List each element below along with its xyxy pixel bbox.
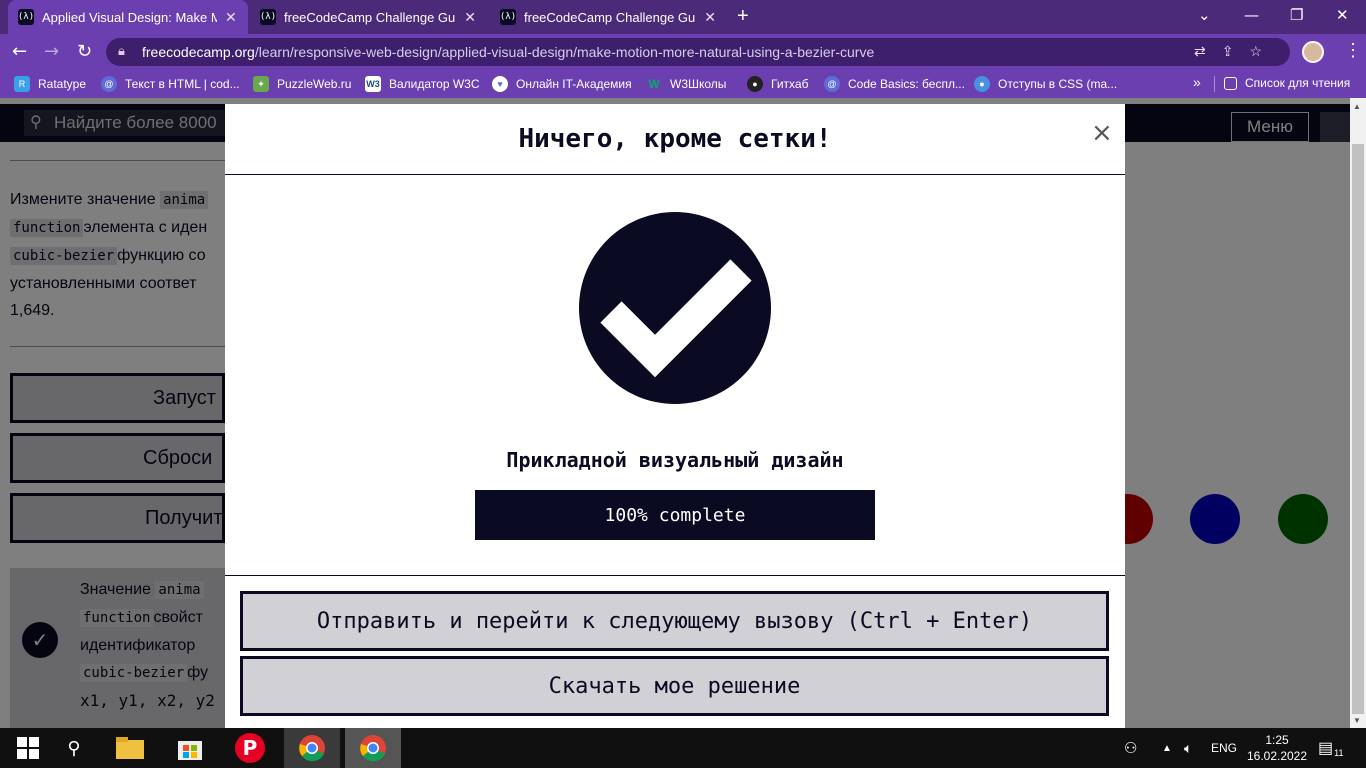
tab-challenge-guide-1[interactable]: (λ) freeCodeCamp Challenge Guide: ✕	[250, 0, 486, 34]
reading-list-button[interactable]: Список для чтения	[1224, 76, 1350, 90]
bookmark-github[interactable]: ● Гитхаб	[747, 76, 808, 92]
omnibox-action-icons[interactable]: ⇄⇪☆	[1194, 43, 1278, 60]
bookmark-label: PuzzleWeb.ru	[277, 77, 352, 91]
reload-icon[interactable]: ↻	[77, 41, 92, 62]
lock-icon: 🔒︎	[118, 43, 125, 58]
code-basics-icon: @	[824, 76, 840, 92]
completion-modal: Ничего, кроме сетки! × Прикладной визуал…	[225, 104, 1125, 728]
tab-title: freeCodeCamp Challenge Guide:	[284, 9, 457, 25]
puzzle-icon: ✦	[253, 76, 269, 92]
store-icon[interactable]	[162, 728, 218, 768]
bookmark-w3schools[interactable]: W W3Школы	[646, 76, 726, 92]
bookmark-label: Code Basics: беспл...	[848, 77, 965, 91]
address-bar[interactable]: 🔒︎ freecodecamp.org/learn/responsive-web…	[106, 38, 1290, 66]
forward-icon[interactable]: →	[44, 41, 59, 62]
tab-search-chevron-icon[interactable]: ⌄	[1198, 6, 1211, 24]
bookmark-code-basics[interactable]: @ Code Basics: беспл...	[824, 76, 965, 92]
freecodecamp-favicon-icon: (λ)	[260, 9, 276, 25]
bookmark-label: W3Школы	[670, 77, 727, 91]
notifications-button[interactable]: ▤ 11	[1318, 728, 1343, 768]
tab-applied-visual-design[interactable]: (λ) Applied Visual Design: Make Mot ✕	[8, 0, 248, 34]
chrome-window-2-icon[interactable]	[345, 728, 401, 768]
bookmark-separator	[1214, 76, 1215, 92]
scroll-thumb[interactable]	[1352, 144, 1364, 714]
bookmark-text-html[interactable]: @ Текст в HTML | cod...	[101, 76, 240, 92]
code-basics-icon: @	[101, 76, 117, 92]
bookmark-w3c-validator[interactable]: W3 Валидатор W3C	[365, 76, 480, 92]
success-check-icon	[579, 212, 771, 404]
restore-button[interactable]: ❐	[1290, 6, 1303, 24]
clock-date: 16.02.2022	[1246, 749, 1308, 763]
close-icon[interactable]: ×	[1091, 118, 1113, 148]
profile-avatar[interactable]	[1302, 41, 1324, 63]
ratatype-icon: R	[14, 76, 30, 92]
search-icon[interactable]: ⚲	[46, 728, 102, 768]
url-host: freecodecamp.org	[142, 44, 255, 60]
more-bookmarks-chevron-icon[interactable]: »	[1193, 74, 1201, 90]
w3c-icon: W3	[365, 76, 381, 92]
show-hidden-icons-icon[interactable]: ▲	[1162, 728, 1172, 768]
volume-icon[interactable]: 🔈︎	[1184, 728, 1192, 768]
pinterest-icon[interactable]: P	[222, 728, 278, 768]
close-tab-icon[interactable]: ✕	[464, 9, 476, 26]
close-window-button[interactable]: ✕	[1336, 6, 1349, 24]
bookmark-label: Текст в HTML | cod...	[125, 77, 240, 91]
windows-taskbar: ⚲ P ⚇ ▲ 🔈︎ ENG 1:25 16.02.2022 ▤ 11	[0, 728, 1366, 768]
submit-and-next-button[interactable]: Отправить и перейти к следующему вызову …	[240, 591, 1109, 651]
block-name: Прикладной визуальный дизайн	[506, 448, 844, 472]
reading-list-icon	[1224, 76, 1237, 90]
page-scrollbar[interactable]: ▲ ▼	[1350, 98, 1366, 728]
minimize-button[interactable]: —	[1244, 6, 1259, 24]
close-tab-icon[interactable]: ✕	[704, 9, 716, 26]
modal-divider	[225, 174, 1125, 175]
freecodecamp-favicon-icon: (λ)	[500, 9, 516, 25]
bookmark-label: Онлайн IT-Академия	[516, 77, 632, 91]
browser-tab-bar: (λ) Applied Visual Design: Make Mot ✕ (λ…	[0, 0, 1366, 34]
bookmark-ratatype[interactable]: R Ratatype	[14, 76, 86, 92]
browser-menu-icon[interactable]: ⋮	[1344, 40, 1362, 61]
svg-text:P: P	[243, 736, 258, 760]
bookmark-label: Валидатор W3C	[389, 77, 480, 91]
progress-label: 100% complete	[604, 504, 746, 526]
heart-icon: ♥	[492, 76, 508, 92]
tab-title: Applied Visual Design: Make Mot	[42, 9, 217, 25]
notifications-icon: ▤	[1318, 740, 1334, 757]
clock-time: 1:25	[1265, 733, 1289, 747]
system-clock[interactable]: 1:25 16.02.2022	[1244, 732, 1310, 764]
chrome-window-1-icon[interactable]	[284, 728, 340, 768]
modal-divider	[225, 575, 1125, 576]
tab-challenge-guide-2[interactable]: (λ) freeCodeCamp Challenge Guide: ✕	[490, 0, 726, 34]
bookmark-puzzleweb[interactable]: ✦ PuzzleWeb.ru	[253, 76, 351, 92]
css-icon: ●	[974, 76, 990, 92]
bookmarks-bar: R Ratatype @ Текст в HTML | cod... ✦ Puz…	[0, 70, 1366, 98]
bookmark-label: Отступы в CSS (ma...	[998, 77, 1118, 91]
input-language[interactable]: ENG	[1211, 728, 1237, 768]
close-tab-icon[interactable]: ✕	[225, 9, 237, 26]
new-tab-button[interactable]: +	[737, 5, 749, 28]
modal-title: Ничего, кроме сетки!	[518, 124, 832, 154]
bookmark-css-margins[interactable]: ● Отступы в CSS (ma...	[974, 76, 1117, 92]
url-path: /learn/responsive-web-design/applied-vis…	[254, 44, 875, 60]
github-icon: ●	[747, 76, 763, 92]
people-icon[interactable]: ⚇	[1124, 728, 1137, 768]
notifications-count: 11	[1334, 748, 1344, 758]
download-solution-button[interactable]: Скачать мое решение	[240, 656, 1109, 716]
bookmark-label: Ratatype	[38, 77, 87, 91]
back-icon[interactable]: ←	[12, 41, 27, 62]
progress-bar: 100% complete	[475, 490, 875, 540]
tab-title: freeCodeCamp Challenge Guide:	[524, 9, 697, 25]
freecodecamp-favicon-icon: (λ)	[18, 9, 34, 25]
scroll-up-icon[interactable]: ▲	[1353, 102, 1361, 111]
scroll-down-icon[interactable]: ▼	[1353, 716, 1361, 725]
file-explorer-icon[interactable]	[102, 728, 158, 768]
bookmark-label: Гитхаб	[771, 77, 809, 91]
w3schools-icon: W	[648, 77, 660, 91]
bookmark-it-academy[interactable]: ♥ Онлайн IT-Академия	[492, 76, 632, 92]
reading-list-label: Список для чтения	[1245, 76, 1351, 90]
browser-toolbar: ← → ↻ 🔒︎ freecodecamp.org/learn/responsi…	[0, 34, 1366, 70]
